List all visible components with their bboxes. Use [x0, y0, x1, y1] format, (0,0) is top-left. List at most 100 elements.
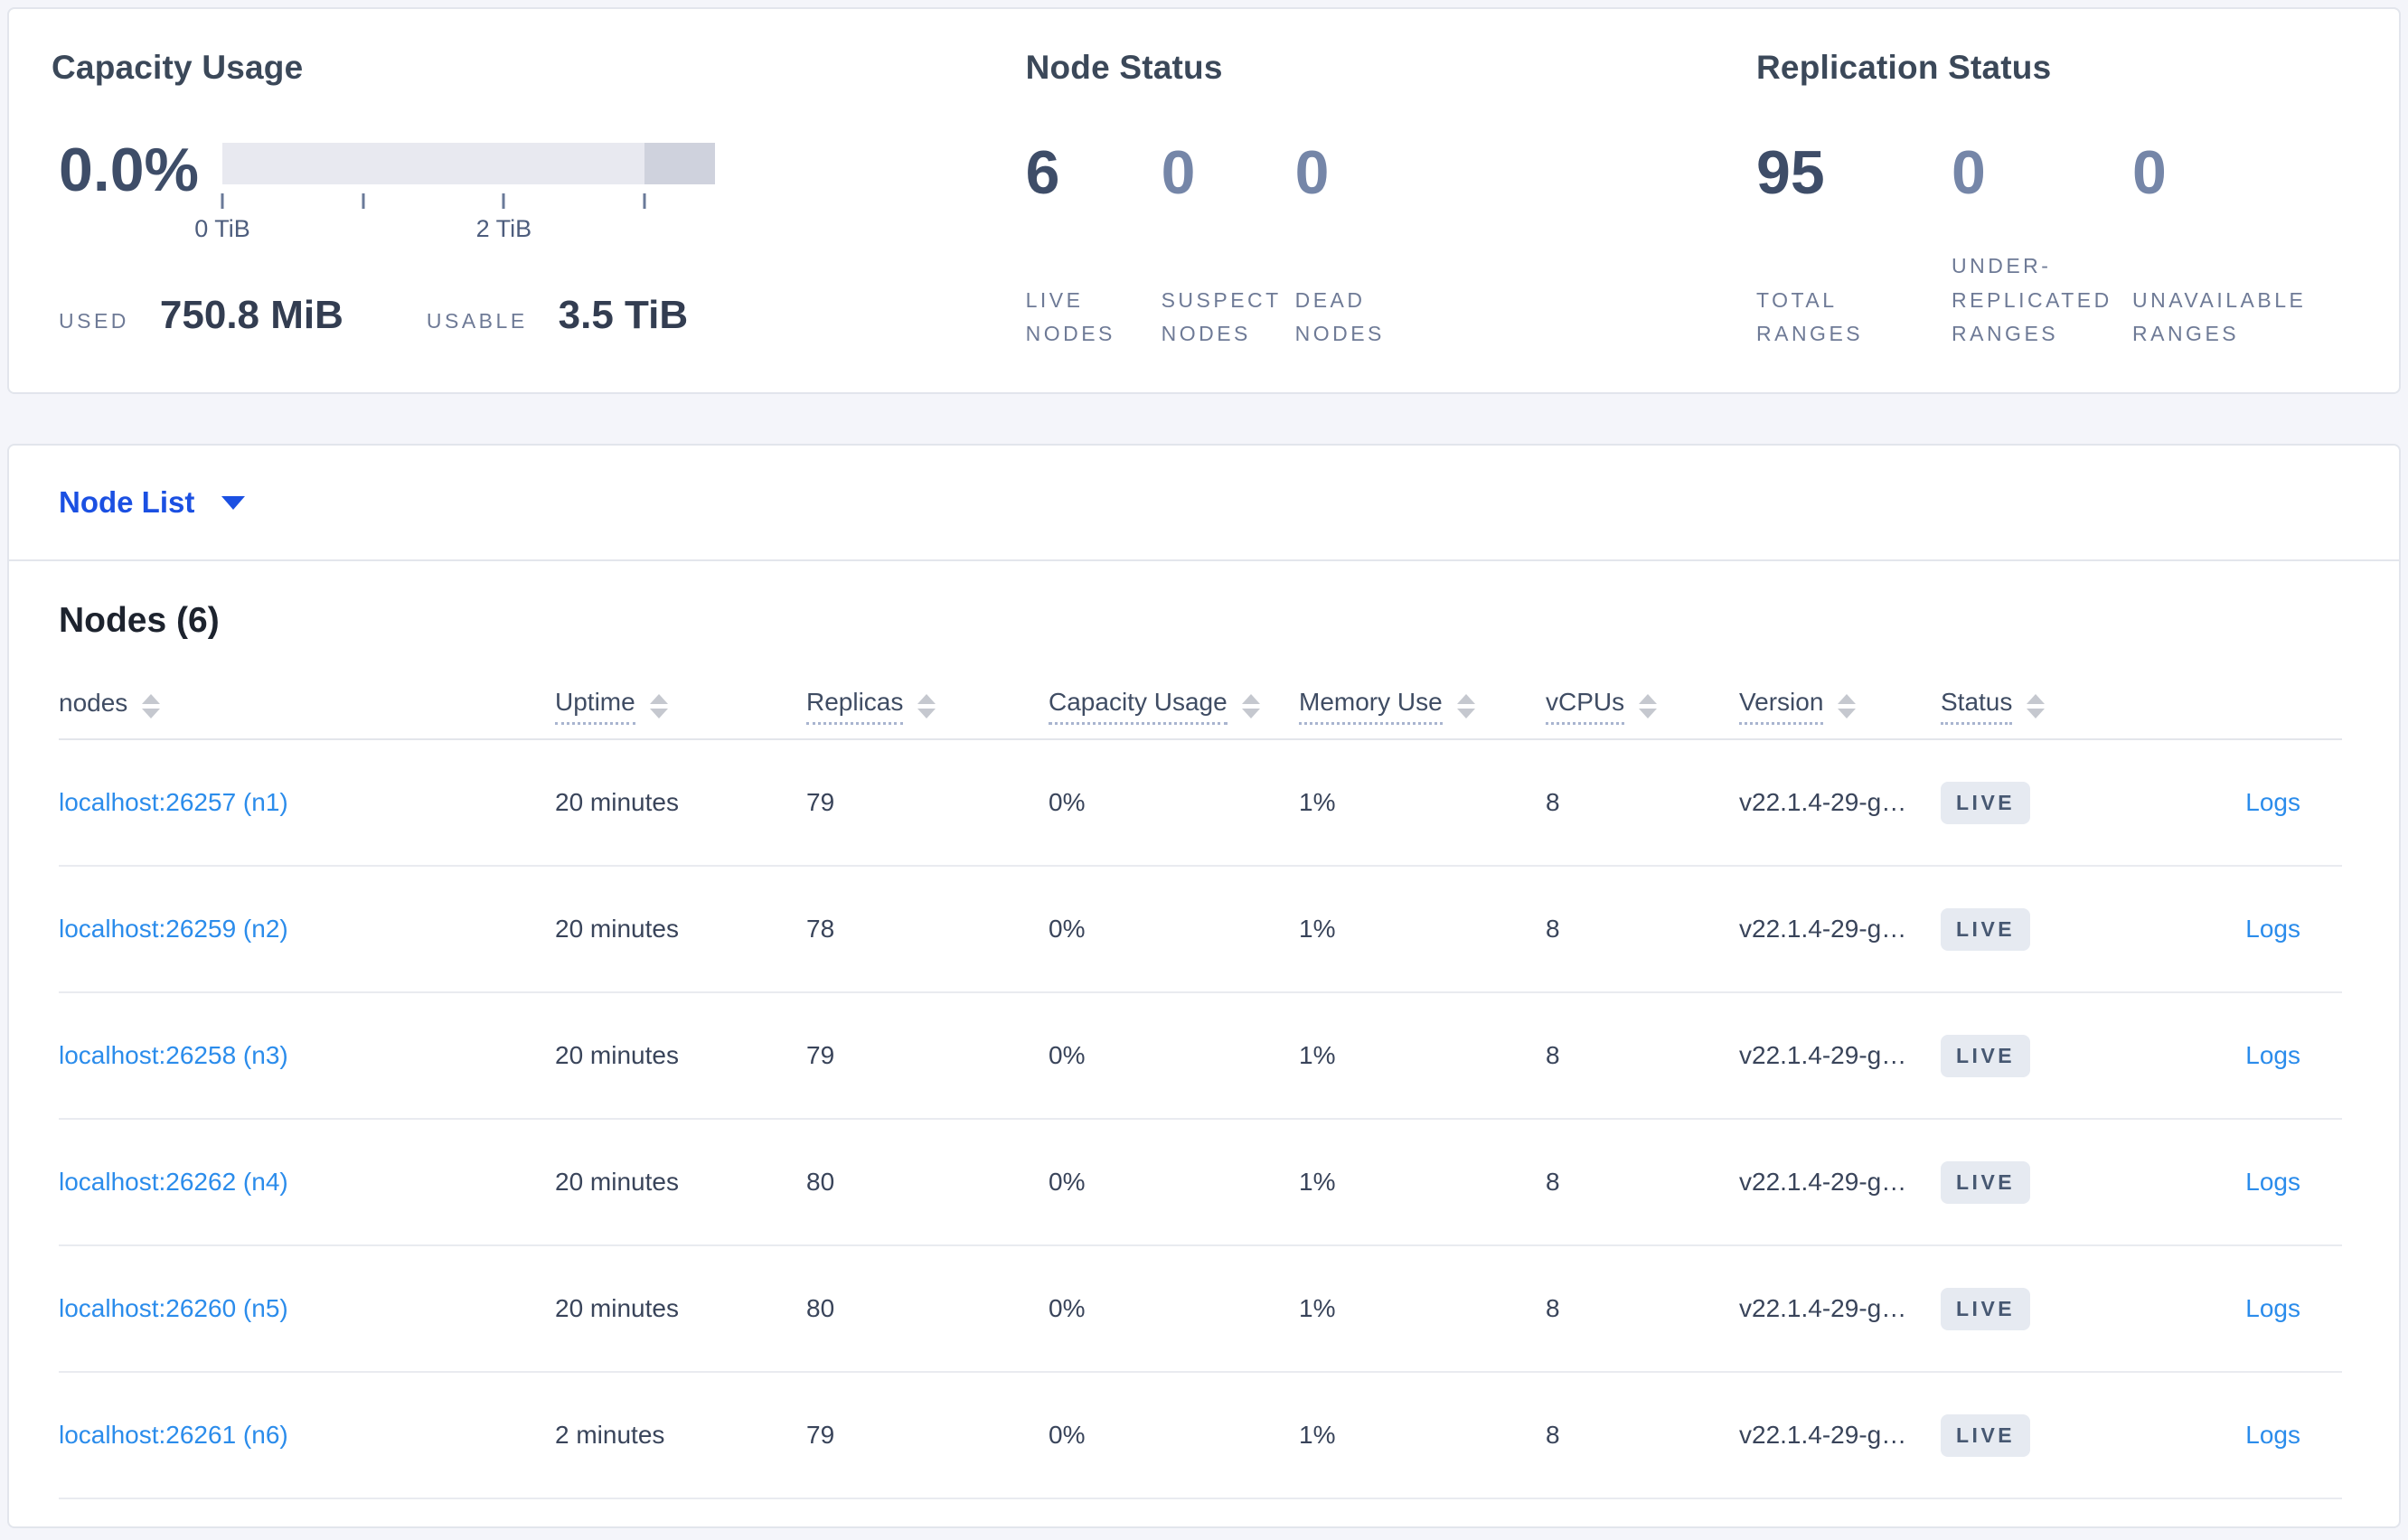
- sort-icon[interactable]: [1241, 693, 1260, 718]
- version-cell: v22.1.4-29-g…: [1739, 915, 1907, 943]
- under-replicated-ranges-stat: 0 UNDER- REPLICATED RANGES: [1952, 139, 2132, 351]
- node-status-title: Node Status: [1025, 49, 1223, 86]
- logs-link[interactable]: Logs: [2245, 1041, 2300, 1069]
- sort-icon[interactable]: [917, 693, 936, 718]
- capacity-usage-section: Capacity Usage 0.0% 0 TiB 2 TiB USED 750…: [52, 49, 1026, 392]
- status-cell: LIVE: [1941, 1160, 2121, 1204]
- logs-cell: Logs: [2121, 915, 2342, 944]
- nodes-table-title: Nodes (6): [59, 601, 220, 640]
- usable-label: USABLE: [426, 309, 528, 333]
- node-address-link[interactable]: localhost:26262 (n4): [59, 1168, 555, 1197]
- logs-link[interactable]: Logs: [2245, 1421, 2300, 1449]
- capacity-bar: 0 TiB 2 TiB: [194, 143, 715, 242]
- axis-tick-label: 0 TiB: [194, 215, 250, 242]
- column-header-vcpus[interactable]: vCPUs: [1546, 688, 1739, 725]
- replicas-cell: 80: [806, 1294, 835, 1322]
- dead-nodes-label: DEAD NODES: [1294, 287, 1385, 345]
- capacity-usage-cell: 0%: [1049, 1421, 1086, 1449]
- axis-tick: [502, 193, 505, 209]
- uptime-cell: 2 minutes: [555, 1421, 665, 1449]
- axis-tick: [362, 193, 365, 209]
- column-header-memory-use[interactable]: Memory Use: [1299, 688, 1546, 725]
- column-header-uptime[interactable]: Uptime: [555, 688, 806, 725]
- uptime-cell: 20 minutes: [555, 915, 679, 943]
- nodes-table-container: Nodes (6) nodes Uptime Replicas Capacity…: [9, 601, 2399, 1499]
- capacity-bar-reserved-segment: [644, 143, 715, 184]
- memory-use-cell: 1%: [1299, 788, 1336, 816]
- status-cell: LIVE: [1941, 1413, 2121, 1457]
- sort-icon[interactable]: [142, 693, 161, 718]
- node-list-panel: Node List Nodes (6) nodes Uptime Replica…: [7, 444, 2401, 1528]
- vcpus-cell: 8: [1546, 788, 1560, 816]
- capacity-usage-cell: 0%: [1049, 1041, 1086, 1069]
- replicas-cell: 78: [806, 915, 835, 943]
- logs-cell: Logs: [2121, 1294, 2342, 1323]
- node-address-link[interactable]: localhost:26260 (n5): [59, 1294, 555, 1323]
- unavailable-ranges-label: UNAVAILABLE RANGES: [2132, 287, 2307, 345]
- logs-link[interactable]: Logs: [2245, 788, 2300, 816]
- table-row: localhost:26257 (n1) 20 minutes 79 0% 1%…: [59, 740, 2342, 867]
- live-nodes-label: LIVE NODES: [1025, 287, 1115, 345]
- column-header-replicas[interactable]: Replicas: [806, 688, 1049, 725]
- under-replicated-ranges-label: UNDER- REPLICATED RANGES: [1952, 254, 2112, 345]
- total-ranges-label: TOTAL RANGES: [1756, 287, 1864, 345]
- logs-cell: Logs: [2121, 788, 2342, 817]
- replicas-cell: 80: [806, 1168, 835, 1196]
- sort-icon[interactable]: [649, 693, 668, 718]
- sort-icon[interactable]: [1456, 693, 1475, 718]
- node-address-link[interactable]: localhost:26259 (n2): [59, 915, 555, 944]
- replication-stats: 95 TOTAL RANGES 0 UNDER- REPLICATED RANG…: [1756, 139, 2349, 351]
- replicas-cell: 79: [806, 1421, 835, 1449]
- vcpus-cell: 8: [1546, 1421, 1560, 1449]
- axis-tick: [643, 193, 646, 209]
- sort-icon[interactable]: [1838, 693, 1857, 718]
- column-header-nodes[interactable]: nodes: [59, 689, 555, 723]
- memory-use-cell: 1%: [1299, 1168, 1336, 1196]
- view-selector-label[interactable]: Node List: [59, 485, 194, 520]
- status-badge: LIVE: [1941, 907, 2031, 951]
- capacity-bar-axis: 0 TiB 2 TiB: [194, 184, 715, 242]
- status-badge: LIVE: [1941, 1034, 2031, 1077]
- view-selector-dropdown[interactable]: Node List: [9, 446, 2399, 561]
- replicas-cell: 79: [806, 1041, 835, 1069]
- status-cell: LIVE: [1941, 1034, 2121, 1077]
- logs-link[interactable]: Logs: [2245, 1168, 2300, 1196]
- vcpus-cell: 8: [1546, 1168, 1560, 1196]
- capacity-percent-value: 0.0%: [59, 136, 199, 204]
- status-badge: LIVE: [1941, 781, 2031, 824]
- capacity-usage-cell: 0%: [1049, 915, 1086, 943]
- uptime-cell: 20 minutes: [555, 1168, 679, 1196]
- status-badge: LIVE: [1941, 1160, 2031, 1204]
- node-address-link[interactable]: localhost:26258 (n3): [59, 1041, 555, 1070]
- suspect-nodes-label: SUSPECT NODES: [1161, 287, 1282, 345]
- dead-nodes-stat: 0 DEAD NODES: [1295, 139, 1494, 351]
- used-value: 750.8 MiB: [159, 293, 343, 337]
- memory-use-cell: 1%: [1299, 1294, 1336, 1322]
- capacity-usage-cell: 0%: [1049, 788, 1086, 816]
- live-nodes-count: 6: [1025, 138, 1060, 207]
- replication-status-section: Replication Status 95 TOTAL RANGES 0 UND…: [1756, 49, 2349, 392]
- version-cell: v22.1.4-29-g…: [1739, 1168, 1907, 1196]
- usable-value: 3.5 TiB: [558, 293, 689, 337]
- status-cell: LIVE: [1941, 907, 2121, 951]
- column-header-version[interactable]: Version: [1739, 688, 1941, 725]
- under-replicated-ranges-count: 0: [1952, 138, 1986, 207]
- cluster-overview-panel: Capacity Usage 0.0% 0 TiB 2 TiB USED 750…: [7, 7, 2401, 394]
- sort-icon[interactable]: [2027, 693, 2046, 718]
- unavailable-ranges-count: 0: [2132, 138, 2167, 207]
- logs-cell: Logs: [2121, 1168, 2342, 1197]
- chevron-down-icon: [221, 495, 246, 510]
- status-badge: LIVE: [1941, 1413, 2031, 1457]
- logs-link[interactable]: Logs: [2245, 1294, 2300, 1322]
- logs-link[interactable]: Logs: [2245, 915, 2300, 943]
- column-header-capacity-usage[interactable]: Capacity Usage: [1049, 688, 1299, 725]
- column-header-status[interactable]: Status: [1941, 688, 2121, 725]
- node-address-link[interactable]: localhost:26257 (n1): [59, 788, 555, 817]
- live-nodes-stat: 6 LIVE NODES: [1026, 139, 1162, 351]
- vcpus-cell: 8: [1546, 915, 1560, 943]
- uptime-cell: 20 minutes: [555, 1294, 679, 1322]
- sort-icon[interactable]: [1639, 693, 1658, 718]
- node-address-link[interactable]: localhost:26261 (n6): [59, 1421, 555, 1450]
- table-row: localhost:26260 (n5) 20 minutes 80 0% 1%…: [59, 1246, 2342, 1373]
- uptime-cell: 20 minutes: [555, 1041, 679, 1069]
